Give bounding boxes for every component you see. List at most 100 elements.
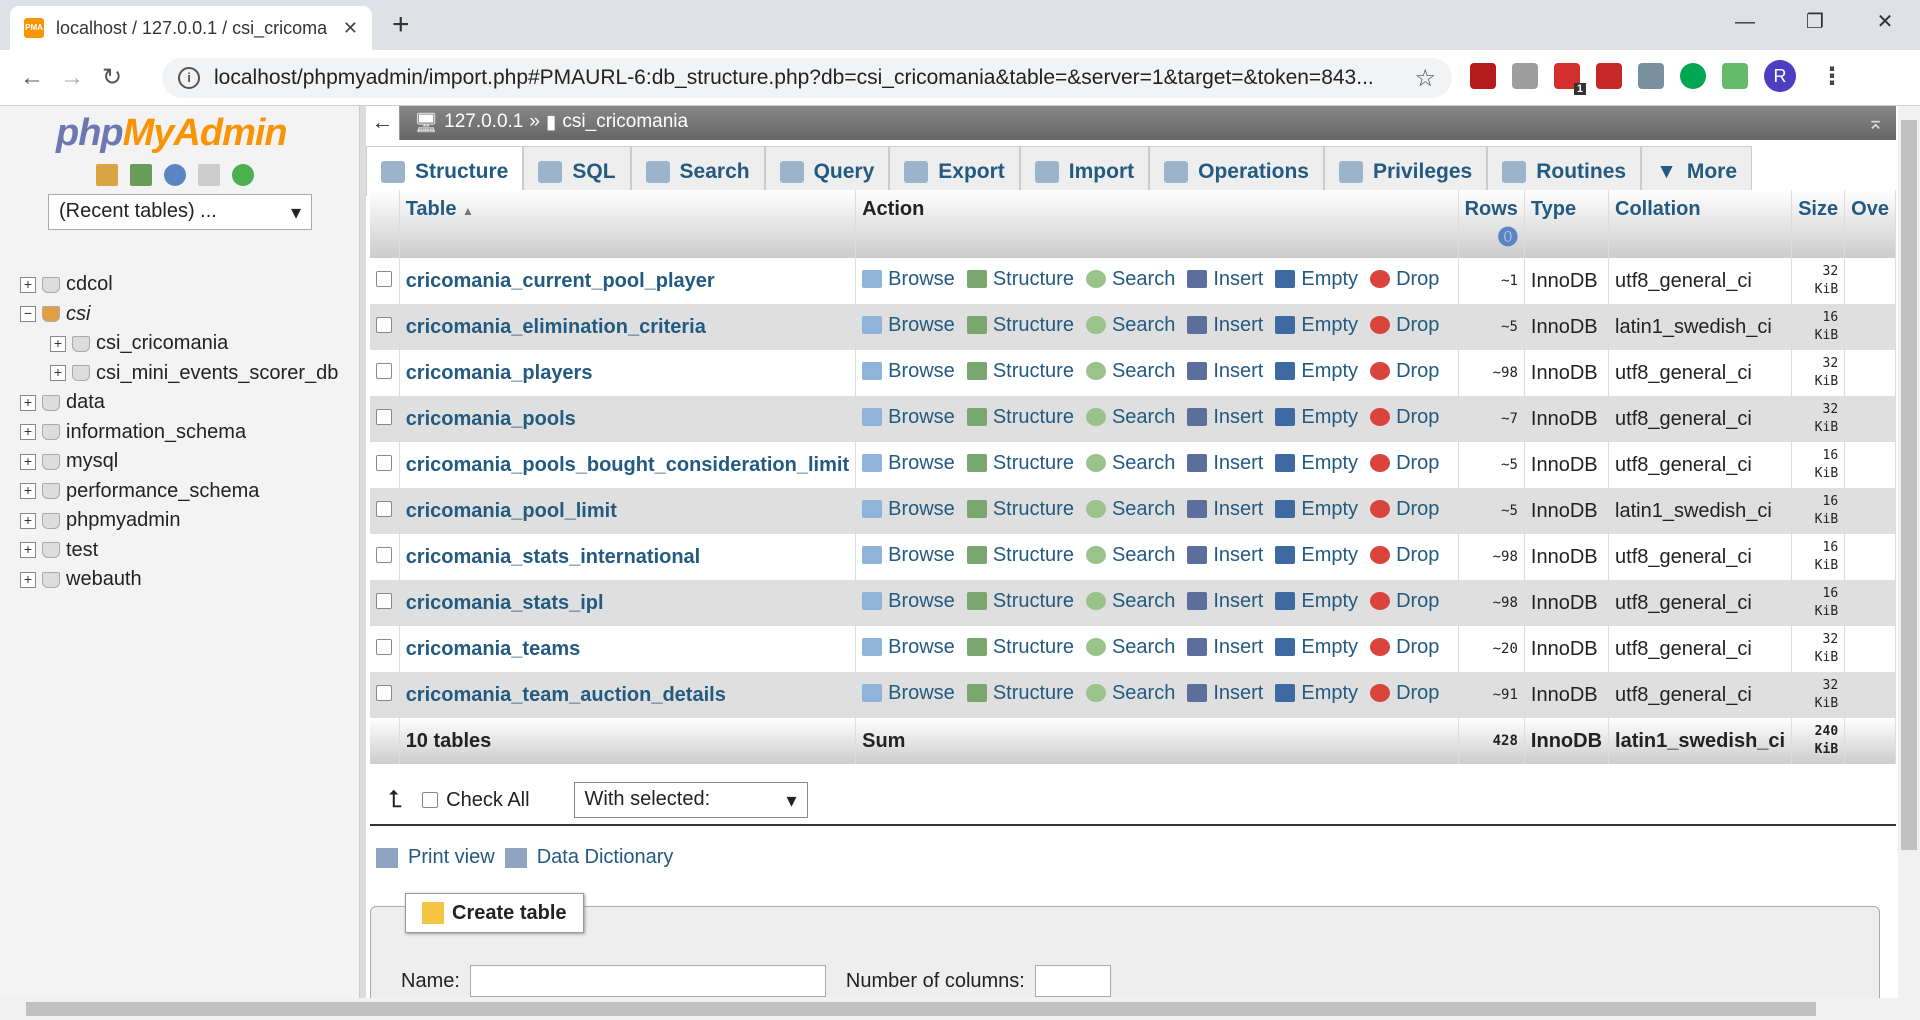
table-name-link[interactable]: cricomania_current_pool_player xyxy=(399,258,857,304)
drop-action[interactable]: Drop xyxy=(1370,268,1439,291)
tab-operations[interactable]: Operations xyxy=(1149,146,1324,196)
empty-action[interactable]: Empty xyxy=(1275,544,1358,567)
empty-action[interactable]: Empty xyxy=(1275,406,1358,429)
insert-action[interactable]: Insert xyxy=(1187,360,1263,383)
db-name[interactable]: data xyxy=(66,391,105,414)
db-name[interactable]: webauth xyxy=(66,568,142,591)
structure-action[interactable]: Structure xyxy=(966,498,1074,521)
search-action[interactable]: Search xyxy=(1085,682,1175,705)
tab-search[interactable]: Search xyxy=(630,146,765,196)
tab-sql[interactable]: SQL xyxy=(523,146,631,196)
docs-icon[interactable] xyxy=(198,164,220,186)
back-button[interactable]: ← xyxy=(12,64,52,92)
browse-action[interactable]: Browse xyxy=(862,452,955,475)
insert-action[interactable]: Insert xyxy=(1187,636,1263,659)
num-columns-input[interactable] xyxy=(1034,965,1111,997)
drop-action[interactable]: Drop xyxy=(1370,636,1439,659)
phpmyadmin-logo[interactable]: phpMyAdmin xyxy=(56,112,288,155)
collation-column-header[interactable]: Collation xyxy=(1608,190,1793,258)
browse-action[interactable]: Browse xyxy=(862,682,955,705)
db-name[interactable]: csi xyxy=(66,303,90,326)
row-checkbox[interactable] xyxy=(376,500,393,517)
close-window-button[interactable]: ✕ xyxy=(1850,0,1920,44)
search-action[interactable]: Search xyxy=(1085,268,1175,291)
drop-action[interactable]: Drop xyxy=(1370,360,1439,383)
size-column-header[interactable]: Size xyxy=(1791,190,1846,258)
extension-icon[interactable] xyxy=(1638,63,1664,89)
drop-action[interactable]: Drop xyxy=(1370,590,1439,613)
collapse-icon[interactable]: − xyxy=(20,306,36,323)
forward-button[interactable]: → xyxy=(52,64,92,92)
sort-type-link[interactable]: Type xyxy=(1531,198,1576,220)
insert-action[interactable]: Insert xyxy=(1187,590,1263,613)
db-name[interactable]: csi_cricomania xyxy=(96,332,228,355)
expand-icon[interactable]: + xyxy=(20,571,36,588)
reload-nav-icon[interactable] xyxy=(232,164,254,186)
empty-action[interactable]: Empty xyxy=(1275,452,1358,475)
search-action[interactable]: Search xyxy=(1085,498,1175,521)
k-extension-icon[interactable] xyxy=(1680,63,1706,89)
url-text[interactable]: localhost/phpmyadmin/import.php#PMAURL-6… xyxy=(214,66,1400,90)
insert-action[interactable]: Insert xyxy=(1187,452,1263,475)
sort-size-link[interactable]: Size xyxy=(1798,198,1838,220)
empty-action[interactable]: Empty xyxy=(1275,314,1358,337)
horizontal-scrollbar[interactable] xyxy=(0,998,1920,1020)
breadcrumb-server[interactable]: 127.0.0.1 xyxy=(444,111,523,135)
db-name[interactable]: performance_schema xyxy=(66,480,259,503)
extension-badge-icon[interactable]: 1 xyxy=(1554,63,1586,95)
expand-icon[interactable]: + xyxy=(20,276,36,293)
drop-action[interactable]: Drop xyxy=(1370,406,1439,429)
plus-extension-icon[interactable] xyxy=(1722,63,1748,89)
print-view-link[interactable]: Print view xyxy=(408,846,495,869)
browse-action[interactable]: Browse xyxy=(862,314,955,337)
rows-column-header[interactable]: Rows ⓿ xyxy=(1458,190,1525,258)
site-info-icon[interactable]: i xyxy=(178,67,200,89)
sort-overhead-link[interactable]: Ove xyxy=(1851,198,1889,220)
db-item-cdcol[interactable]: + cdcol xyxy=(20,270,338,300)
structure-action[interactable]: Structure xyxy=(966,590,1074,613)
vertical-scroll-thumb[interactable] xyxy=(1901,120,1917,850)
tab-routines[interactable]: Routines xyxy=(1487,146,1642,196)
search-action[interactable]: Search xyxy=(1085,636,1175,659)
bookmark-star-icon[interactable]: ☆ xyxy=(1414,64,1436,93)
row-checkbox[interactable] xyxy=(376,454,393,471)
expand-icon[interactable]: + xyxy=(20,394,36,411)
search-action[interactable]: Search xyxy=(1085,406,1175,429)
db-name[interactable]: information_schema xyxy=(66,421,246,444)
db-item-test[interactable]: + test xyxy=(20,536,338,566)
expand-icon[interactable]: + xyxy=(20,483,36,500)
tab-privileges[interactable]: Privileges xyxy=(1323,146,1488,196)
row-checkbox[interactable] xyxy=(376,270,393,287)
pdf-icon[interactable] xyxy=(1596,63,1622,89)
browse-action[interactable]: Browse xyxy=(862,360,955,383)
db-item-csi-mini-events[interactable]: + csi_mini_events_scorer_db xyxy=(20,359,338,389)
drop-action[interactable]: Drop xyxy=(1370,452,1439,475)
table-name-link[interactable]: cricomania_elimination_criteria xyxy=(399,304,857,350)
tab-import[interactable]: Import xyxy=(1019,146,1150,196)
browser-tab[interactable]: PMA localhost / 127.0.0.1 / csi_cricoma … xyxy=(10,6,372,50)
drop-action[interactable]: Drop xyxy=(1370,314,1439,337)
check-all-checkbox[interactable] xyxy=(422,792,439,808)
drop-action[interactable]: Drop xyxy=(1370,544,1439,567)
insert-action[interactable]: Insert xyxy=(1187,268,1263,291)
maximize-button[interactable]: ❐ xyxy=(1780,0,1850,44)
tab-query[interactable]: Query xyxy=(764,146,890,196)
structure-action[interactable]: Structure xyxy=(966,682,1074,705)
search-action[interactable]: Search xyxy=(1085,314,1175,337)
omnibox[interactable]: i localhost/phpmyadmin/import.php#PMAURL… xyxy=(162,58,1452,98)
expand-icon[interactable]: + xyxy=(50,335,66,352)
with-selected-select[interactable]: With selected: ▾ xyxy=(573,782,808,818)
browse-action[interactable]: Browse xyxy=(862,544,955,567)
table-name-link[interactable]: cricomania_pool_limit xyxy=(399,488,857,534)
structure-action[interactable]: Structure xyxy=(966,314,1074,337)
overhead-column-header[interactable]: Ove xyxy=(1844,190,1896,258)
table-name-input[interactable] xyxy=(469,965,826,997)
table-name-link[interactable]: cricomania_players xyxy=(399,350,857,396)
structure-action[interactable]: Structure xyxy=(966,636,1074,659)
browse-action[interactable]: Browse xyxy=(862,268,955,291)
row-checkbox[interactable] xyxy=(376,316,393,333)
browser-menu-icon[interactable]: ⋮ xyxy=(1820,62,1844,91)
browse-action[interactable]: Browse xyxy=(862,590,955,613)
collapse-sidebar-icon[interactable]: ← xyxy=(366,106,400,140)
row-checkbox[interactable] xyxy=(376,408,393,425)
